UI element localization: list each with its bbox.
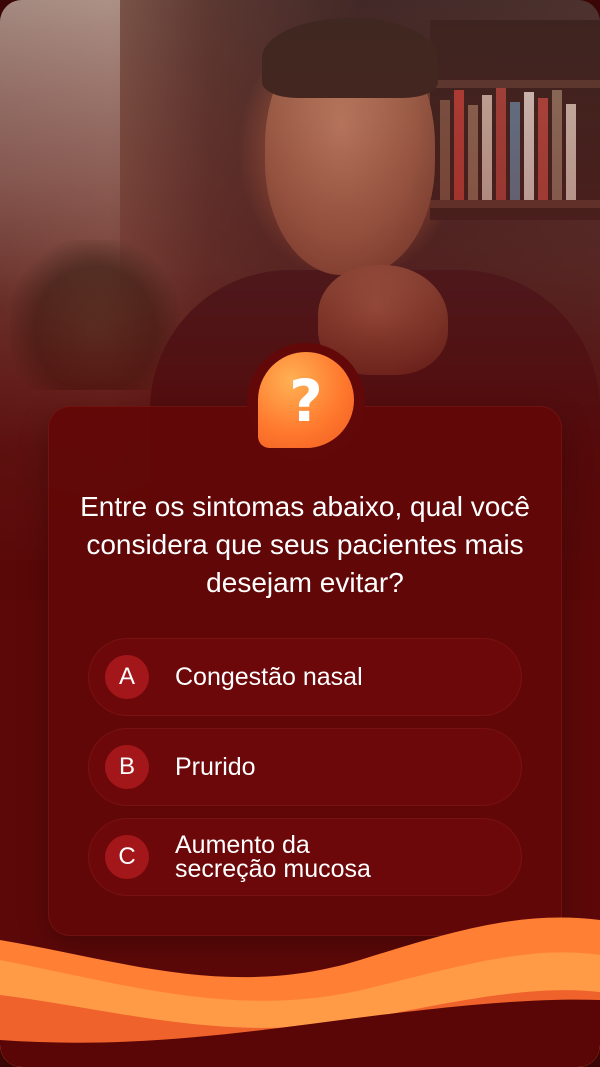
option-label: Congestão nasal	[175, 663, 363, 691]
question-bubble-icon: ?	[258, 352, 354, 448]
quiz-screen: ? Entre os sintomas abaixo, qual você co…	[0, 0, 600, 1067]
option-letter: B	[105, 745, 149, 789]
question-text: Entre os sintomas abaixo, qual você cons…	[80, 491, 530, 598]
option-a-button[interactable]: A Congestão nasal	[88, 638, 522, 716]
decorative-waves	[0, 917, 600, 1067]
option-letter: A	[105, 655, 149, 699]
option-c-button[interactable]: C Aumento da secreção mucosa	[88, 818, 522, 896]
option-letter: C	[105, 835, 149, 879]
option-b-button[interactable]: B Prurido	[88, 728, 522, 806]
question-mark-symbol: ?	[289, 367, 323, 435]
option-label: Aumento da secreção mucosa	[175, 831, 371, 883]
option-label: Prurido	[175, 753, 256, 781]
